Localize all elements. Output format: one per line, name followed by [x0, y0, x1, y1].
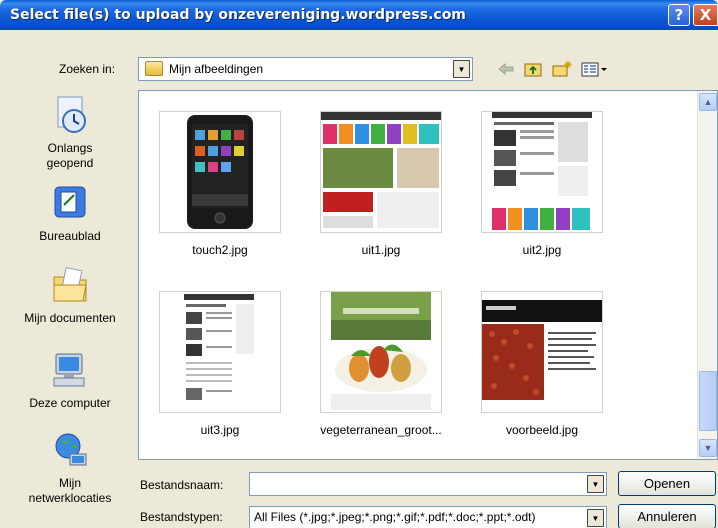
my-documents-icon — [53, 266, 87, 302]
place-my-computer[interactable]: Deze computer — [0, 350, 140, 411]
chevron-down-icon[interactable]: ▼ — [587, 509, 604, 527]
place-recent[interactable]: Onlangs geopend — [0, 95, 140, 171]
place-network-label-2: netwerklocaties — [28, 491, 112, 505]
place-network[interactable]: Mijn netwerklocaties — [0, 430, 140, 506]
open-button[interactable]: Openen — [618, 471, 716, 496]
file-name[interactable]: uit2.jpg — [467, 243, 617, 257]
filetype-label: Bestandstypen: — [140, 510, 223, 524]
file-thumbnail[interactable] — [481, 291, 603, 413]
file-name[interactable]: vegeterranean_groot... — [306, 423, 456, 437]
place-recent-label-1: Onlangs — [47, 141, 93, 155]
filename-label: Bestandsnaam: — [140, 478, 224, 492]
desktop-icon — [54, 186, 86, 218]
file-upload-dialog: Select file(s) to upload by onzeverenigi… — [0, 0, 718, 528]
folder-icon — [145, 61, 163, 76]
filetype-value: All Files (*.jpg;*.jpeg;*.png;*.gif;*.pd… — [254, 510, 536, 524]
view-menu-icon[interactable] — [580, 60, 610, 78]
filetype-select[interactable]: All Files (*.jpg;*.jpeg;*.png;*.gif;*.pd… — [249, 506, 607, 528]
filename-field[interactable]: ▼ — [249, 472, 607, 496]
lookin-dropdown[interactable]: Mijn afbeeldingen ▼ — [138, 57, 473, 81]
file-thumbnail[interactable] — [159, 291, 281, 413]
close-button[interactable]: X — [693, 4, 718, 26]
back-arrow-icon[interactable] — [496, 60, 516, 78]
place-my-computer-label: Deze computer — [29, 396, 111, 410]
chevron-down-icon[interactable]: ▼ — [587, 475, 604, 493]
place-my-documents[interactable]: Mijn documenten — [0, 265, 140, 326]
place-desktop[interactable]: Bureaublad — [0, 183, 140, 244]
place-my-documents-label: Mijn documenten — [24, 311, 116, 325]
scroll-down-icon[interactable]: ▼ — [699, 439, 717, 457]
file-name[interactable]: uit1.jpg — [306, 243, 456, 257]
file-name[interactable]: uit3.jpg — [145, 423, 295, 437]
file-thumbnail[interactable] — [159, 111, 281, 233]
place-recent-label-2: geopend — [46, 156, 94, 170]
file-thumbnail[interactable] — [320, 111, 442, 233]
new-folder-icon[interactable] — [551, 60, 573, 78]
lookin-value: Mijn afbeeldingen — [169, 62, 264, 76]
file-list[interactable]: touch2.jpg uit1.jpg uit2.jpg uit3.jpg ve… — [138, 90, 718, 460]
lookin-label: Zoeken in: — [59, 62, 116, 76]
chevron-down-icon[interactable]: ▼ — [453, 60, 470, 78]
title-bar[interactable]: Select file(s) to upload by onzeverenigi… — [0, 0, 718, 30]
file-name[interactable]: touch2.jpg — [145, 243, 295, 257]
window-title: Select file(s) to upload by onzeverenigi… — [10, 7, 466, 23]
network-places-icon — [55, 433, 87, 466]
up-folder-icon[interactable] — [523, 60, 543, 78]
help-button[interactable]: ? — [668, 4, 690, 26]
place-network-label-1: Mijn — [58, 476, 81, 490]
scroll-up-icon[interactable]: ▲ — [699, 93, 717, 111]
scrollbar-thumb[interactable] — [699, 371, 717, 431]
my-computer-icon — [53, 353, 85, 387]
file-thumbnail[interactable] — [320, 291, 442, 413]
recent-icon — [57, 96, 86, 133]
place-desktop-label: Bureaublad — [39, 229, 101, 243]
file-thumbnail[interactable] — [481, 111, 603, 233]
cancel-button[interactable]: Annuleren — [618, 504, 716, 528]
vertical-scrollbar[interactable]: ▲ ▼ — [697, 91, 717, 459]
file-name[interactable]: voorbeeld.jpg — [467, 423, 617, 437]
